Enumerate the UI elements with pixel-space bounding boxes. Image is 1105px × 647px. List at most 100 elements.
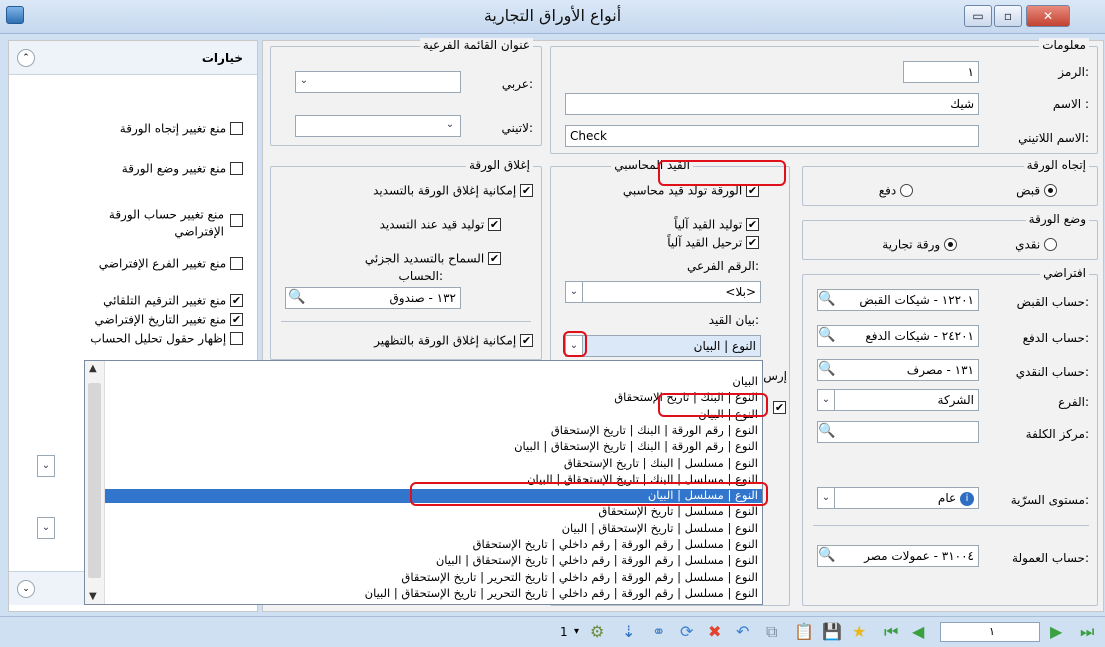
radio[interactable] [1044, 238, 1057, 251]
checkbox[interactable]: ✔ [773, 401, 786, 414]
security-input[interactable]: عام i [817, 487, 979, 509]
allow-close-payment[interactable]: ✔ إمكانية إغلاق الورقة بالتسديد [373, 183, 533, 198]
arabic-label: عربي: [501, 77, 533, 91]
checkbox[interactable] [230, 122, 243, 135]
checkbox[interactable]: ✔ [230, 313, 243, 326]
auto-generate[interactable]: ✔ توليد القيد آلياً [674, 217, 759, 232]
dropdown-option[interactable]: النوع | رقم الورقة | البنك | تاريخ الإست… [105, 440, 762, 454]
checkbox[interactable]: ✔ [520, 334, 533, 347]
chevron-down-icon[interactable]: ⌄ [817, 389, 835, 411]
last-record-icon[interactable]: ⏭ [1080, 623, 1094, 641]
scrollbar[interactable]: ▲ ▼ [85, 361, 105, 604]
gen-entry-on-pay[interactable]: ✔ توليد قيد عند التسديد [380, 217, 501, 232]
sub-number-input[interactable]: <بلا> [565, 281, 761, 303]
checkbox[interactable] [230, 257, 243, 270]
defaults-group: افتراضي حساب القبض: ١٢٢٠١ - شيكات القبض … [802, 266, 1098, 606]
checkbox[interactable]: ✔ [230, 294, 243, 307]
paste-icon[interactable]: 📋 [794, 623, 814, 641]
name-input[interactable]: شيك [565, 93, 979, 115]
chevron-down-icon[interactable]: ⌄ [295, 71, 313, 93]
opt-item-1[interactable]: منع تغيير إتجاه الورقة [120, 121, 243, 136]
search-icon[interactable]: 🔍 [817, 422, 837, 442]
expand-icon[interactable]: ⌄ [17, 580, 35, 598]
scroll-down-icon[interactable]: ▼ [89, 591, 97, 602]
collapse-icon[interactable]: ⌃ [17, 49, 35, 67]
checkbox[interactable] [230, 332, 243, 345]
arabic-input[interactable] [295, 71, 461, 93]
checkbox[interactable] [230, 162, 243, 175]
refresh-icon[interactable]: ⟳ [680, 623, 693, 641]
dropdown-option[interactable]: النوع | مسلسل | البنك | تاريخ الإستحقاق [105, 457, 762, 471]
next-record-icon[interactable]: ▶ [1050, 623, 1062, 641]
radio[interactable] [900, 184, 913, 197]
radio[interactable] [944, 238, 957, 251]
opt-item-5[interactable]: ✔ منع تغيير الترقيم التلقائي [103, 293, 243, 308]
latin-input[interactable] [295, 115, 461, 137]
search-icon[interactable]: 🔍 [817, 326, 837, 346]
close-button[interactable]: ✕ [1026, 5, 1070, 27]
search-icon[interactable]: 🔍 [817, 546, 837, 566]
radio[interactable] [1044, 184, 1057, 197]
first-record-icon[interactable]: ⏮ [884, 623, 898, 641]
dropdown-option[interactable]: النوع | مسلسل | رقم الورقة | رقم داخلي |… [105, 587, 762, 601]
maximize-button[interactable]: ▫ [994, 5, 1022, 27]
checkbox[interactable]: ✔ [746, 236, 759, 249]
cash-account-input[interactable]: ١٣١ - مصرف [817, 359, 979, 381]
auto-post[interactable]: ✔ ترحيل القيد آلياً [667, 235, 759, 250]
chevron-down-icon[interactable]: ⌄ [565, 281, 583, 303]
allow-close-endorse[interactable]: ✔ إمكانية إغلاق الورقة بالتظهير [374, 333, 533, 348]
checkbox[interactable]: ✔ [488, 218, 501, 231]
latin-name-input[interactable]: Check [565, 125, 979, 147]
opt-item-6[interactable]: ✔ منع تغيير التاريخ الإفتراضي [94, 312, 243, 327]
copy-icon[interactable]: ⧉ [766, 623, 777, 641]
branch-input[interactable]: الشركة [817, 389, 979, 411]
commission-input[interactable]: ٣١٠٠٤ - عمولات مصر [817, 545, 979, 567]
search-icon[interactable]: 🔍 [287, 288, 307, 308]
receive-radio[interactable]: قبض [1016, 183, 1057, 198]
dropdown-option[interactable]: النوع | مسلسل | رقم الورقة | رقم داخلي |… [105, 554, 762, 568]
cost-center-input[interactable] [817, 421, 979, 443]
dropdown-option[interactable]: النوع | مسلسل | تاريخ الإستحقاق | البيان [105, 522, 762, 536]
scroll-up-icon[interactable]: ▲ [89, 363, 97, 374]
chevron-down-icon[interactable]: ⌄ [817, 487, 835, 509]
delete-icon[interactable]: ✖ [708, 623, 721, 641]
search-icon[interactable]: 🔍 [817, 360, 837, 380]
undo-icon[interactable]: ↶ [736, 623, 749, 641]
previous-record-icon[interactable]: ◀ [912, 623, 924, 641]
dropdown-arrow-icon[interactable]: ▾ [574, 623, 579, 641]
save-icon[interactable]: 💾 [822, 623, 842, 641]
chevron-down-icon[interactable]: ⌄ [37, 455, 55, 477]
opt-item-4[interactable]: منع تغيير الفرع الإفتراضي [99, 256, 243, 271]
allow-partial[interactable]: ✔ السماح بالتسديد الجزئي [365, 251, 501, 266]
pay-account-input[interactable]: ٢٤٢٠١ - شيكات الدفع [817, 325, 979, 347]
opt-item-7[interactable]: إظهار حقول تحليل الحساب [90, 331, 243, 346]
cash-radio[interactable]: نقدي [1015, 237, 1057, 252]
opt-item-2[interactable]: منع تغيير وضع الورقة [122, 161, 243, 176]
checkbox[interactable] [230, 214, 243, 227]
checkbox[interactable]: ✔ [746, 218, 759, 231]
checkbox[interactable]: ✔ [488, 252, 501, 265]
statement-input[interactable]: النوع | البيان [565, 335, 761, 357]
sort-icon[interactable]: ⇣ [622, 623, 635, 641]
dropdown-option[interactable]: النوع | مسلسل | رقم الورقة | رقم داخلي |… [105, 538, 762, 552]
record-number-input[interactable]: ١ [940, 622, 1040, 642]
pay-radio[interactable]: دفع [879, 183, 913, 198]
chevron-down-icon[interactable]: ⌄ [441, 115, 459, 137]
minimize-button[interactable]: ▭ [964, 5, 992, 27]
account-input[interactable]: ١٣٢ - صندوق [285, 287, 461, 309]
dropdown-option[interactable]: البيان [105, 375, 762, 389]
dropdown-option[interactable]: النوع | رقم الورقة | البنك | تاريخ الإست… [105, 424, 762, 438]
code-input[interactable]: ١ [903, 61, 979, 83]
star-icon[interactable]: ★ [852, 623, 866, 641]
dropdown-option[interactable]: النوع | مسلسل | رقم الورقة | رقم داخلي |… [105, 571, 762, 585]
search-icon[interactable]: 🔍 [817, 290, 837, 310]
opt-item-3[interactable]: منع تغيير حساب الورقة الإفتراضي [73, 206, 243, 239]
chevron-down-icon[interactable]: ⌄ [37, 517, 55, 539]
dropdown-option[interactable]: النوع | مسلسل | تاريخ الإستحقاق [105, 505, 762, 519]
receive-account-input[interactable]: ١٢٢٠١ - شيكات القبض [817, 289, 979, 311]
link-icon[interactable]: ⚭ [652, 623, 665, 641]
checkbox[interactable]: ✔ [520, 184, 533, 197]
wrench-icon[interactable]: ⚙ [590, 623, 604, 641]
commercial-radio[interactable]: ورقة تجارية [882, 237, 957, 252]
scroll-thumb[interactable] [88, 383, 101, 578]
